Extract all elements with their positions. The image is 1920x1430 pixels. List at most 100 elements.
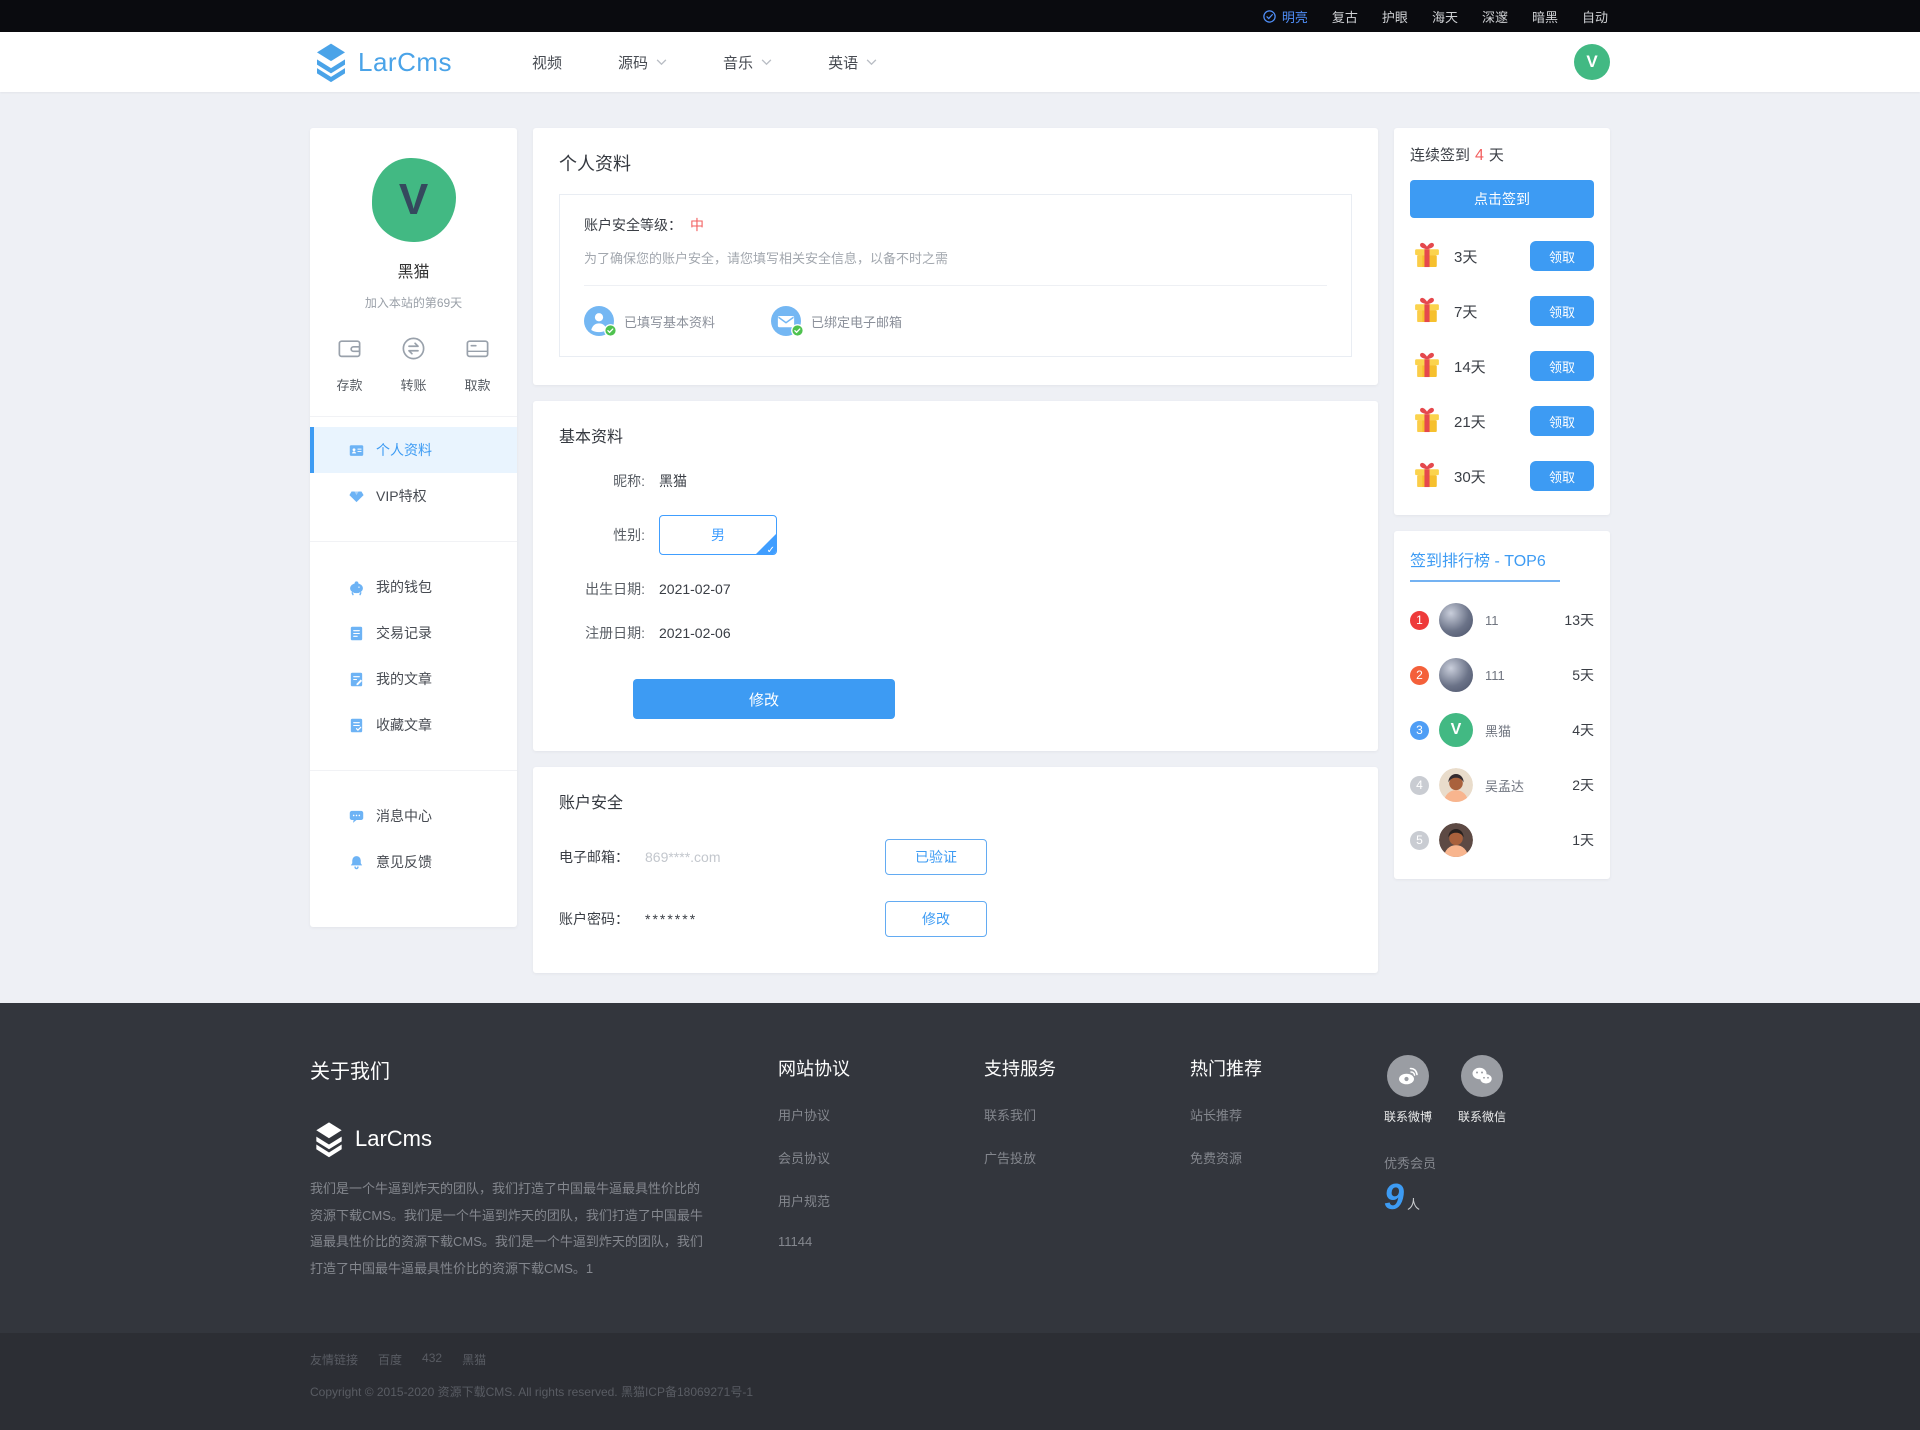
user-avatar[interactable]: V <box>1574 44 1610 80</box>
header: LarCms 视频 源码 音乐 英语 V <box>0 32 1920 92</box>
selected-check-icon: ✓ <box>767 545 775 555</box>
bank-card-icon <box>464 335 491 362</box>
article-edit-icon <box>348 671 365 688</box>
claim-button[interactable]: 领取 <box>1530 296 1594 326</box>
theme-option-bright[interactable]: 明亮 <box>1262 7 1308 26</box>
check-circle-icon <box>1262 9 1277 24</box>
ranking-row: 1 11 13天 <box>1410 603 1594 637</box>
menu-divider <box>310 770 517 771</box>
theme-bar: 明亮 复古 护眼 海天 深邃 暗黑 自动 <box>0 0 1920 32</box>
chevron-down-icon <box>761 59 772 66</box>
footer-link[interactable]: 广告投放 <box>984 1148 1142 1167</box>
footer-link[interactable]: 会员协议 <box>778 1148 936 1167</box>
wechat-icon <box>1470 1064 1494 1088</box>
rank-avatar <box>1439 768 1473 802</box>
menu-divider <box>310 541 517 542</box>
larcms-logo-icon-white <box>310 1120 348 1158</box>
rank-badge: 4 <box>1410 776 1429 795</box>
rank-badge: 2 <box>1410 666 1429 685</box>
weibo-contact[interactable]: 联系微博 <box>1384 1055 1432 1125</box>
theme-label: 明亮 <box>1282 7 1308 26</box>
main-nav: 视频 源码 音乐 英语 <box>532 52 877 73</box>
gift-icon <box>1410 349 1444 383</box>
theme-option-retro[interactable]: 复古 <box>1332 7 1358 26</box>
friend-link[interactable]: 百度 <box>378 1351 402 1368</box>
sidebar-item-articles[interactable]: 我的文章 <box>310 656 517 702</box>
email-label: 电子邮箱： <box>559 847 645 867</box>
chevron-down-icon <box>866 59 877 66</box>
profile-avatar[interactable]: V <box>372 158 456 242</box>
sidebar-item-messages[interactable]: 消息中心 <box>310 793 517 839</box>
nav-item-music[interactable]: 音乐 <box>723 52 772 73</box>
footer-link[interactable]: 联系我们 <box>984 1105 1142 1124</box>
theme-option-deep[interactable]: 深邃 <box>1482 7 1508 26</box>
document-list-icon <box>348 625 365 642</box>
signin-button[interactable]: 点击签到 <box>1410 180 1594 218</box>
footer-link[interactable]: 11144 <box>778 1234 936 1249</box>
badge-email-bound: 已绑定电子邮箱 <box>771 306 902 336</box>
email-verified-button[interactable]: 已验证 <box>885 839 987 875</box>
theme-option-eyecare[interactable]: 护眼 <box>1382 7 1408 26</box>
claim-button[interactable]: 领取 <box>1530 461 1594 491</box>
sidebar-item-feedback[interactable]: 意见反馈 <box>310 839 517 885</box>
footer-link[interactable]: 用户协议 <box>778 1105 936 1124</box>
footer-bottom-bar: 友情链接 百度 432 黑猫 Copyright © 2015-2020 资源下… <box>0 1333 1920 1430</box>
security-tip: 为了确保您的账户安全，请您填写相关安全信息，以备不时之需 <box>584 248 1327 286</box>
withdraw-button[interactable]: 取款 <box>464 335 491 394</box>
footer-about-desc: 我们是一个牛逼到炸天的团队，我们打造了中国最牛逼最具性价比的资源下载CMS。我们… <box>310 1176 730 1283</box>
copyright-text: Copyright © 2015-2020 资源下载CMS. All right… <box>310 1383 1610 1400</box>
footer-col-agreements: 网站协议 用户协议 会员协议 用户规范 11144 <box>778 1055 936 1283</box>
claim-button[interactable]: 领取 <box>1530 241 1594 271</box>
ranking-row: 4 吴孟达 2天 <box>1410 768 1594 802</box>
claim-button[interactable]: 领取 <box>1530 351 1594 381</box>
sidebar-item-profile[interactable]: 个人资料 <box>310 427 517 473</box>
claim-button[interactable]: 领取 <box>1530 406 1594 436</box>
sidebar-item-transactions[interactable]: 交易记录 <box>310 610 517 656</box>
theme-option-auto[interactable]: 自动 <box>1582 7 1608 26</box>
friend-link[interactable]: 432 <box>422 1351 442 1368</box>
friend-links-label: 友情链接 <box>310 1351 358 1368</box>
ranking-title: 签到排行榜 - TOP6 <box>1410 547 1560 582</box>
rank-badge: 3 <box>1410 721 1429 740</box>
signin-days-count: 4 <box>1475 147 1484 164</box>
chevron-down-icon <box>656 59 667 66</box>
page: 明亮 复古 护眼 海天 深邃 暗黑 自动 LarCms 视频 源码 音乐 英语 <box>0 0 1920 1430</box>
profile-username: 黑猫 <box>310 258 517 282</box>
members-count: 9 <box>1384 1176 1404 1217</box>
birthdate-value: 2021-02-07 <box>659 581 731 597</box>
theme-option-dark[interactable]: 暗黑 <box>1532 7 1558 26</box>
nav-item-english[interactable]: 英语 <box>828 52 877 73</box>
sidebar-item-favorites[interactable]: 收藏文章 <box>310 702 517 748</box>
security-level-box: 账户安全等级：中 为了确保您的账户安全，请您填写相关安全信息，以备不时之需 已填… <box>559 194 1352 357</box>
nav-item-video[interactable]: 视频 <box>532 52 562 73</box>
sidebar-menu: 个人资料 VIP特权 我的钱包 交易记录 <box>310 417 517 885</box>
theme-option-ocean[interactable]: 海天 <box>1432 7 1458 26</box>
rank-avatar: V <box>1439 713 1473 747</box>
friend-link[interactable]: 黑猫 <box>462 1351 486 1368</box>
brand-logo[interactable]: LarCms <box>310 41 452 83</box>
nav-item-source[interactable]: 源码 <box>618 52 667 73</box>
members-unit: 人 <box>1407 1197 1420 1212</box>
person-avatar-image <box>1439 768 1473 802</box>
transfer-button[interactable]: 转账 <box>400 335 427 394</box>
sidebar-item-vip[interactable]: VIP特权 <box>310 473 517 519</box>
footer-link[interactable]: 免费资源 <box>1190 1148 1348 1167</box>
gift-icon <box>1410 239 1444 273</box>
wechat-contact[interactable]: 联系微信 <box>1458 1055 1506 1125</box>
ranking-row: 5 1天 <box>1410 823 1594 857</box>
footer: 关于我们 LarCms 我们是一个牛逼到炸天的团队，我们打造了中国最牛逼最具性价… <box>0 1003 1920 1430</box>
transfer-icon <box>400 335 427 362</box>
footer-link[interactable]: 用户规范 <box>778 1191 936 1210</box>
change-password-button[interactable]: 修改 <box>885 901 987 937</box>
rank-badge: 1 <box>1410 611 1429 630</box>
gender-select[interactable]: 男 ✓ <box>659 515 777 555</box>
reward-row: 7天 领取 <box>1410 294 1594 328</box>
deposit-button[interactable]: 存款 <box>336 335 363 394</box>
badge-basic-info: 已填写基本资料 <box>584 306 715 336</box>
signin-streak-text: 连续签到4天 <box>1410 144 1594 165</box>
section-title-security: 账户安全 <box>559 789 1352 813</box>
sidebar-item-wallet[interactable]: 我的钱包 <box>310 564 517 610</box>
save-basic-info-button[interactable]: 修改 <box>633 679 895 719</box>
nickname-value: 黑猫 <box>659 471 687 491</box>
footer-link[interactable]: 站长推荐 <box>1190 1105 1348 1124</box>
